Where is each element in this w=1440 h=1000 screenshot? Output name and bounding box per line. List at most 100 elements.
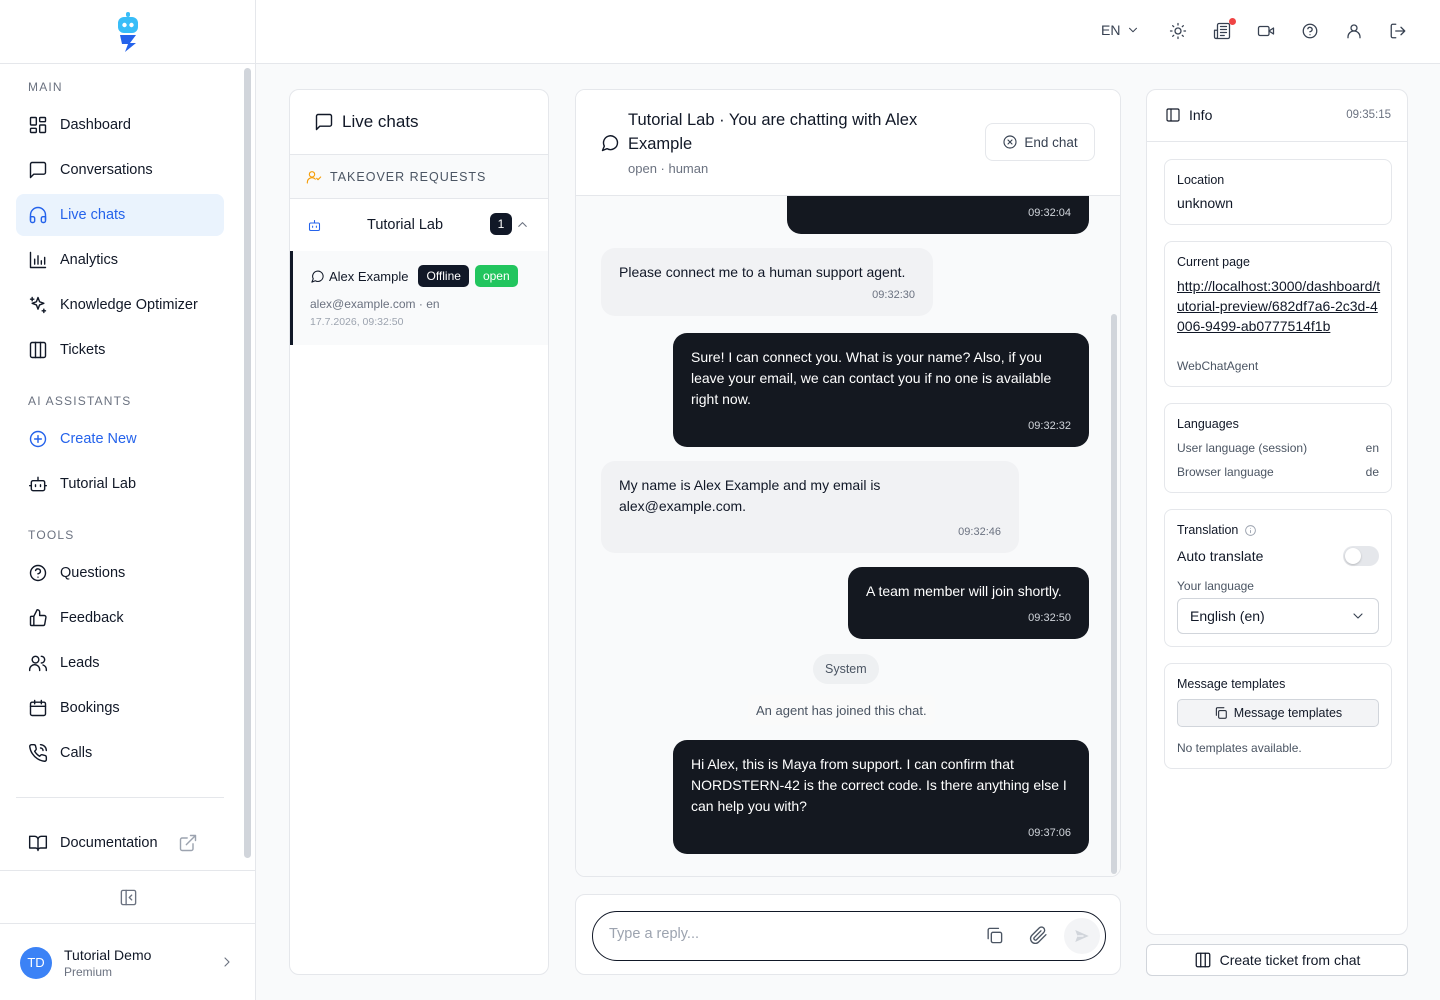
- message-time: 09:32:30: [872, 289, 915, 301]
- calendar-icon: [29, 699, 47, 717]
- location-label: Location: [1177, 173, 1225, 187]
- send-button[interactable]: [1064, 918, 1100, 954]
- assistant-group-tutorial-lab[interactable]: Tutorial Lab 1: [290, 199, 548, 251]
- open-badge: open: [474, 265, 518, 287]
- chevron-down-icon: [1353, 613, 1363, 619]
- current-page-link[interactable]: http://localhost:3000/dashboard/tutorial…: [1177, 276, 1381, 336]
- plus-circle-icon: [29, 430, 47, 448]
- copy-icon: [987, 927, 1003, 944]
- profile-button[interactable]: [1345, 22, 1365, 42]
- templates-button[interactable]: [985, 926, 1004, 945]
- sidebar-item-tickets[interactable]: Tickets: [16, 329, 224, 371]
- offline-badge: Offline: [418, 265, 469, 287]
- x-circle-icon: [1003, 135, 1017, 149]
- browser-language-value: de: [1365, 465, 1379, 479]
- sidebar-item-create-new[interactable]: Create New: [16, 418, 224, 460]
- robot-logo-icon: [117, 11, 138, 52]
- templates-label: Message templates: [1177, 677, 1286, 691]
- sidebar-item-feedback[interactable]: Feedback: [16, 597, 224, 639]
- sidebar-item-live-chats[interactable]: Live chats: [16, 194, 224, 236]
- auto-translate-toggle[interactable]: [1343, 546, 1379, 566]
- section-title-ai-assistants: AI ASSISTANTS: [28, 394, 132, 408]
- sidebar-item-label: Live chats: [60, 207, 126, 223]
- sidebar-item-tutorial-lab[interactable]: Tutorial Lab: [16, 463, 224, 505]
- sun-icon: [1169, 22, 1187, 40]
- sidebar-item-knowledge-optimizer[interactable]: Knowledge Optimizer: [16, 284, 224, 326]
- sidebar-item-documentation[interactable]: Documentation: [16, 822, 224, 864]
- logo[interactable]: [0, 0, 255, 64]
- chat-list-item[interactable]: Alex Example Offline open alex@example.c…: [290, 251, 548, 345]
- languages-card: Languages User language (session) en Bro…: [1164, 403, 1392, 493]
- attach-button[interactable]: [1029, 926, 1048, 945]
- collapse-sidebar-button[interactable]: [0, 870, 256, 924]
- your-language-label: Your language: [1177, 579, 1254, 593]
- sidebar-divider: [16, 797, 224, 798]
- message-bubble-outgoing: Hi Alex, this is Maya from support. I ca…: [673, 740, 1089, 854]
- chat-contact-meta: alex@example.com · en: [310, 297, 440, 311]
- group-name: Tutorial Lab: [367, 217, 444, 233]
- help-button[interactable]: [1301, 22, 1321, 42]
- avatar: TD: [20, 946, 52, 979]
- message-square-icon: [315, 113, 333, 131]
- logout-button[interactable]: [1389, 22, 1409, 42]
- end-chat-button[interactable]: End chat: [985, 123, 1095, 161]
- message-list: 09:32:04 Please connect me to a human su…: [576, 196, 1120, 876]
- theme-toggle-button[interactable]: [1169, 22, 1189, 42]
- sidebar-item-questions[interactable]: Questions: [16, 552, 224, 594]
- news-button[interactable]: [1213, 18, 1236, 42]
- languages-label: Languages: [1177, 417, 1239, 431]
- help-circle-icon: [1302, 23, 1318, 39]
- chat-scrollbar[interactable]: [1111, 314, 1117, 874]
- message-time: 09:32:46: [958, 526, 1001, 538]
- sidebar-item-leads[interactable]: Leads: [16, 642, 224, 684]
- takeover-requests-header[interactable]: TAKEOVER REQUESTS: [290, 155, 548, 199]
- reply-input[interactable]: [609, 926, 949, 942]
- message-text: My name is Alex Example and my email is …: [619, 477, 881, 514]
- message-circle-icon: [311, 270, 324, 283]
- info-icon[interactable]: [1244, 524, 1257, 537]
- users-icon: [28, 655, 48, 672]
- sidebar-item-label: Knowledge Optimizer: [60, 297, 198, 313]
- sidebar-item-dashboard[interactable]: Dashboard: [16, 104, 224, 146]
- your-language-select[interactable]: English (en): [1177, 598, 1379, 634]
- message-time: 09:32:32: [1028, 420, 1071, 432]
- sidebar-item-analytics[interactable]: Analytics: [16, 239, 224, 281]
- external-link-icon: [179, 834, 197, 852]
- user-menu[interactable]: TD Tutorial Demo Premium: [0, 925, 256, 1000]
- system-label: System: [813, 654, 879, 684]
- user-language-label: User language (session): [1177, 441, 1308, 455]
- message-circle-icon: [601, 135, 619, 152]
- message-bubble-incoming: Please connect me to a human support age…: [601, 248, 933, 316]
- sidebar-item-label: Documentation: [60, 835, 158, 851]
- message-templates-button[interactable]: Message templates: [1177, 699, 1379, 727]
- user-name: Tutorial Demo: [64, 946, 152, 963]
- current-page-label: Current page: [1177, 255, 1250, 269]
- language-select[interactable]: EN: [1101, 22, 1140, 38]
- columns-icon: [29, 341, 47, 359]
- sidebar-item-label: Leads: [60, 655, 100, 671]
- bot-icon: [308, 219, 321, 231]
- video-button[interactable]: [1257, 22, 1277, 42]
- chevron-right-icon: [224, 957, 230, 967]
- sidebar-scrollbar[interactable]: [244, 68, 251, 858]
- info-header: Info 09:35:15: [1147, 90, 1407, 142]
- message-time: 09:32:50: [1028, 612, 1071, 624]
- paperclip-icon: [1029, 926, 1047, 945]
- your-language-value: English (en): [1190, 608, 1265, 624]
- headphones-icon: [29, 206, 47, 224]
- sidebar-item-conversations[interactable]: Conversations: [16, 149, 224, 191]
- list-title: Live chats: [342, 112, 419, 131]
- message-bubble-outgoing: 09:32:04: [787, 196, 1089, 234]
- thumbs-up-icon: [29, 608, 47, 627]
- sidebar-item-calls[interactable]: Calls: [16, 732, 224, 774]
- message-text: Please connect me to a human support age…: [619, 264, 906, 280]
- location-card: Location unknown: [1164, 159, 1392, 225]
- topbar: EN: [256, 0, 1440, 64]
- chat-panel: Tutorial Lab · You are chatting with Ale…: [575, 89, 1121, 877]
- message-time: 09:37:06: [1028, 827, 1071, 839]
- create-ticket-button[interactable]: Create ticket from chat: [1146, 944, 1408, 976]
- sidebar-item-bookings[interactable]: Bookings: [16, 687, 224, 729]
- list-header: Live chats: [290, 90, 548, 155]
- sidebar-item-label: Tickets: [60, 342, 106, 358]
- auto-translate-label: Auto translate: [1177, 548, 1264, 564]
